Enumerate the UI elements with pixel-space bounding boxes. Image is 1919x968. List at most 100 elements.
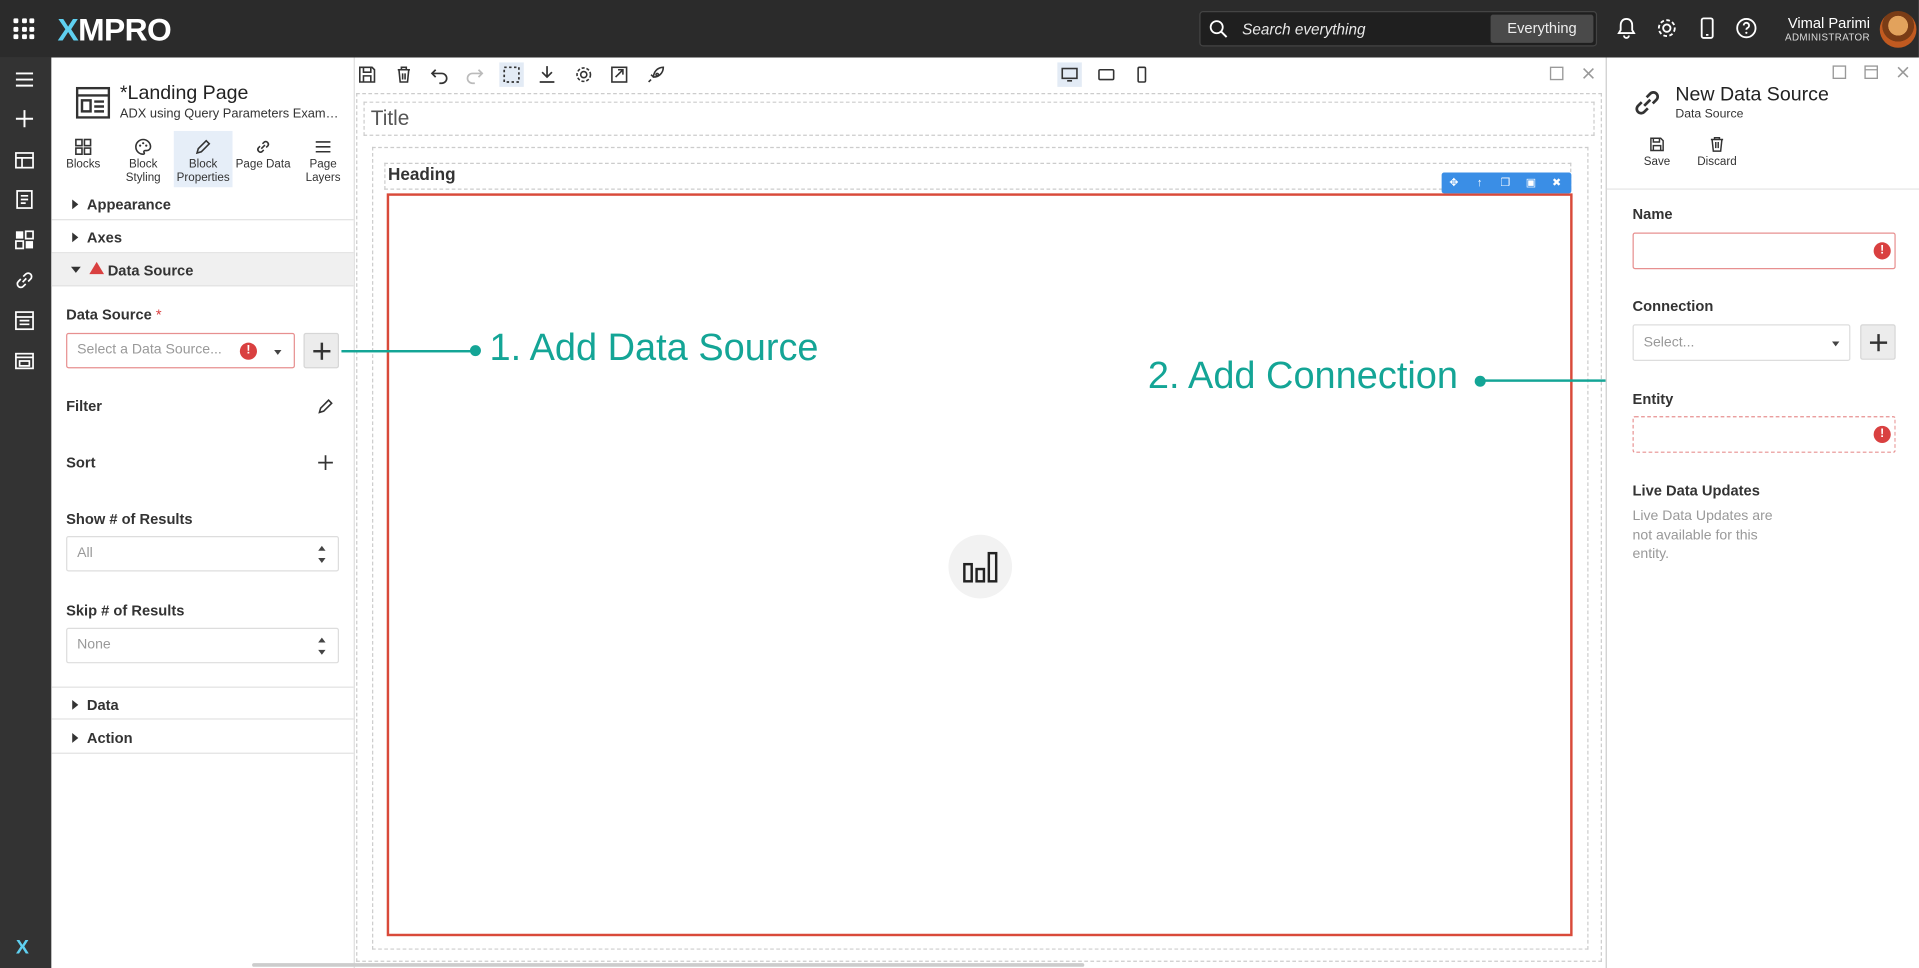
undo-icon[interactable] — [427, 62, 451, 86]
horizontal-scrollbar[interactable] — [252, 963, 1085, 967]
entity-select[interactable]: ! — [1632, 416, 1896, 453]
stepper-up-icon[interactable] — [318, 545, 326, 551]
entity-label: Entity — [1632, 390, 1674, 408]
trash-icon — [1710, 136, 1724, 152]
gear-icon[interactable] — [1655, 16, 1679, 40]
connection-select[interactable]: Select... — [1632, 324, 1851, 362]
section-data[interactable]: Data — [51, 686, 354, 720]
show-results-input[interactable]: All — [66, 536, 339, 572]
add-icon[interactable] — [13, 108, 35, 130]
top-bar: XMPRO Search everything Everything Vimal… — [0, 0, 1919, 58]
tab-block-styling[interactable]: Block Styling — [114, 131, 173, 187]
stepper-down-icon[interactable] — [318, 558, 326, 563]
divider — [1606, 188, 1919, 190]
caret-right-icon — [72, 232, 79, 243]
caret-right-icon — [72, 199, 79, 210]
link-icon[interactable] — [13, 269, 35, 291]
mobile-view-icon[interactable] — [1130, 62, 1154, 86]
select-outline-icon[interactable] — [499, 62, 524, 87]
add-sort-icon[interactable] — [317, 454, 334, 471]
link-icon — [1635, 91, 1660, 115]
section-data-source[interactable]: Data Source — [51, 253, 354, 287]
close-icon[interactable] — [1896, 65, 1911, 80]
caret-right-icon — [72, 733, 79, 743]
maximize-icon[interactable] — [1549, 66, 1564, 81]
left-nav-rail: X — [0, 57, 52, 968]
publish-rocket-icon[interactable] — [644, 62, 668, 86]
xmpro-logo[interactable]: XMPRO — [58, 11, 172, 49]
page-title: *Landing Page — [119, 83, 249, 105]
download-icon[interactable] — [535, 62, 559, 86]
select-parent-icon[interactable]: ↑ — [1472, 175, 1487, 190]
minimize-icon[interactable] — [1832, 65, 1847, 80]
redo-icon[interactable] — [463, 62, 487, 86]
new-data-source-panel: New Data Source Data Source Save Discard… — [1605, 57, 1919, 968]
xmpro-mark-icon[interactable]: X — [16, 937, 29, 959]
data-source-label: Data Source * — [66, 305, 162, 324]
stepper-up-icon[interactable] — [318, 637, 326, 643]
add-data-source-button[interactable] — [303, 332, 339, 369]
designer-toolbar — [354, 57, 1606, 91]
edit-filter-icon[interactable] — [317, 398, 334, 415]
section-axes[interactable]: Axes — [51, 220, 354, 254]
name-input[interactable]: ! — [1632, 232, 1896, 270]
delete-block-icon[interactable]: ✖ — [1549, 175, 1564, 190]
chart-placeholder — [948, 534, 1013, 599]
add-connection-button[interactable] — [1860, 324, 1896, 360]
dashboard-icon[interactable] — [13, 229, 35, 251]
desktop-view-icon[interactable] — [1057, 62, 1082, 87]
global-search[interactable]: Search everything Everything — [1199, 11, 1598, 47]
restore-icon[interactable] — [1864, 65, 1879, 80]
settings-icon[interactable] — [572, 62, 596, 86]
app-designer-icon[interactable] — [13, 149, 35, 171]
close-icon[interactable] — [1581, 66, 1596, 81]
save-button[interactable]: Save — [1633, 136, 1682, 169]
menu-icon[interactable] — [13, 69, 35, 91]
search-scope-dropdown[interactable]: Everything — [1490, 14, 1594, 43]
delete-icon[interactable] — [392, 62, 416, 86]
search-input[interactable]: Search everything — [1242, 21, 1365, 38]
skip-results-input[interactable]: None — [66, 627, 339, 664]
block-properties-panel: *Landing Page ADX using Query Parameters… — [51, 57, 355, 968]
annotation-add-connection: 2. Add Connection — [1147, 353, 1458, 397]
user-info[interactable]: Vimal Parimi ADMINISTRATOR — [1775, 15, 1870, 43]
recipe-icon[interactable] — [13, 310, 35, 332]
tab-page-layers[interactable]: Page Layers — [294, 131, 353, 187]
show-results-label: Show # of Results — [66, 510, 193, 528]
mobile-icon[interactable] — [1695, 16, 1719, 40]
avatar[interactable] — [1879, 11, 1917, 48]
save-icon[interactable] — [355, 62, 379, 86]
template-icon[interactable] — [13, 350, 35, 372]
section-appearance[interactable]: Appearance — [51, 187, 354, 221]
stepper-down-icon[interactable] — [318, 649, 326, 655]
tablet-view-icon[interactable] — [1094, 62, 1118, 86]
palette-icon — [135, 138, 152, 155]
tab-page-data[interactable]: Page Data — [234, 131, 293, 187]
filter-label: Filter — [66, 397, 102, 415]
chevron-down-icon — [1832, 341, 1840, 347]
save-block-icon[interactable]: ▣ — [1524, 175, 1539, 190]
chevron-down-icon — [274, 350, 282, 355]
tab-blocks[interactable]: Blocks — [54, 131, 113, 187]
data-stream-icon[interactable] — [13, 188, 35, 210]
section-action[interactable]: Action — [51, 721, 354, 754]
error-icon: ! — [239, 342, 257, 360]
heading-block[interactable]: Heading — [384, 162, 1572, 190]
tab-block-properties[interactable]: Block Properties — [173, 130, 233, 188]
annotation-line-1 — [341, 350, 477, 353]
discard-button[interactable]: Discard — [1693, 136, 1742, 169]
skip-results-label: Skip # of Results — [66, 602, 185, 620]
preview-icon[interactable] — [607, 62, 631, 86]
blocks-icon — [75, 138, 92, 155]
help-icon[interactable] — [1734, 16, 1758, 40]
search-icon — [1209, 20, 1228, 38]
move-icon[interactable]: ✥ — [1447, 175, 1462, 190]
copy-icon[interactable]: ❐ — [1498, 175, 1513, 190]
layers-icon — [315, 141, 331, 153]
caret-right-icon — [72, 700, 79, 710]
data-source-select[interactable]: Select a Data Source... ! — [66, 332, 295, 369]
panel-subtitle: Data Source — [1675, 107, 1744, 122]
title-block[interactable]: Title — [363, 101, 1595, 136]
apps-grid-icon[interactable] — [13, 18, 35, 40]
bell-icon[interactable] — [1614, 16, 1638, 40]
